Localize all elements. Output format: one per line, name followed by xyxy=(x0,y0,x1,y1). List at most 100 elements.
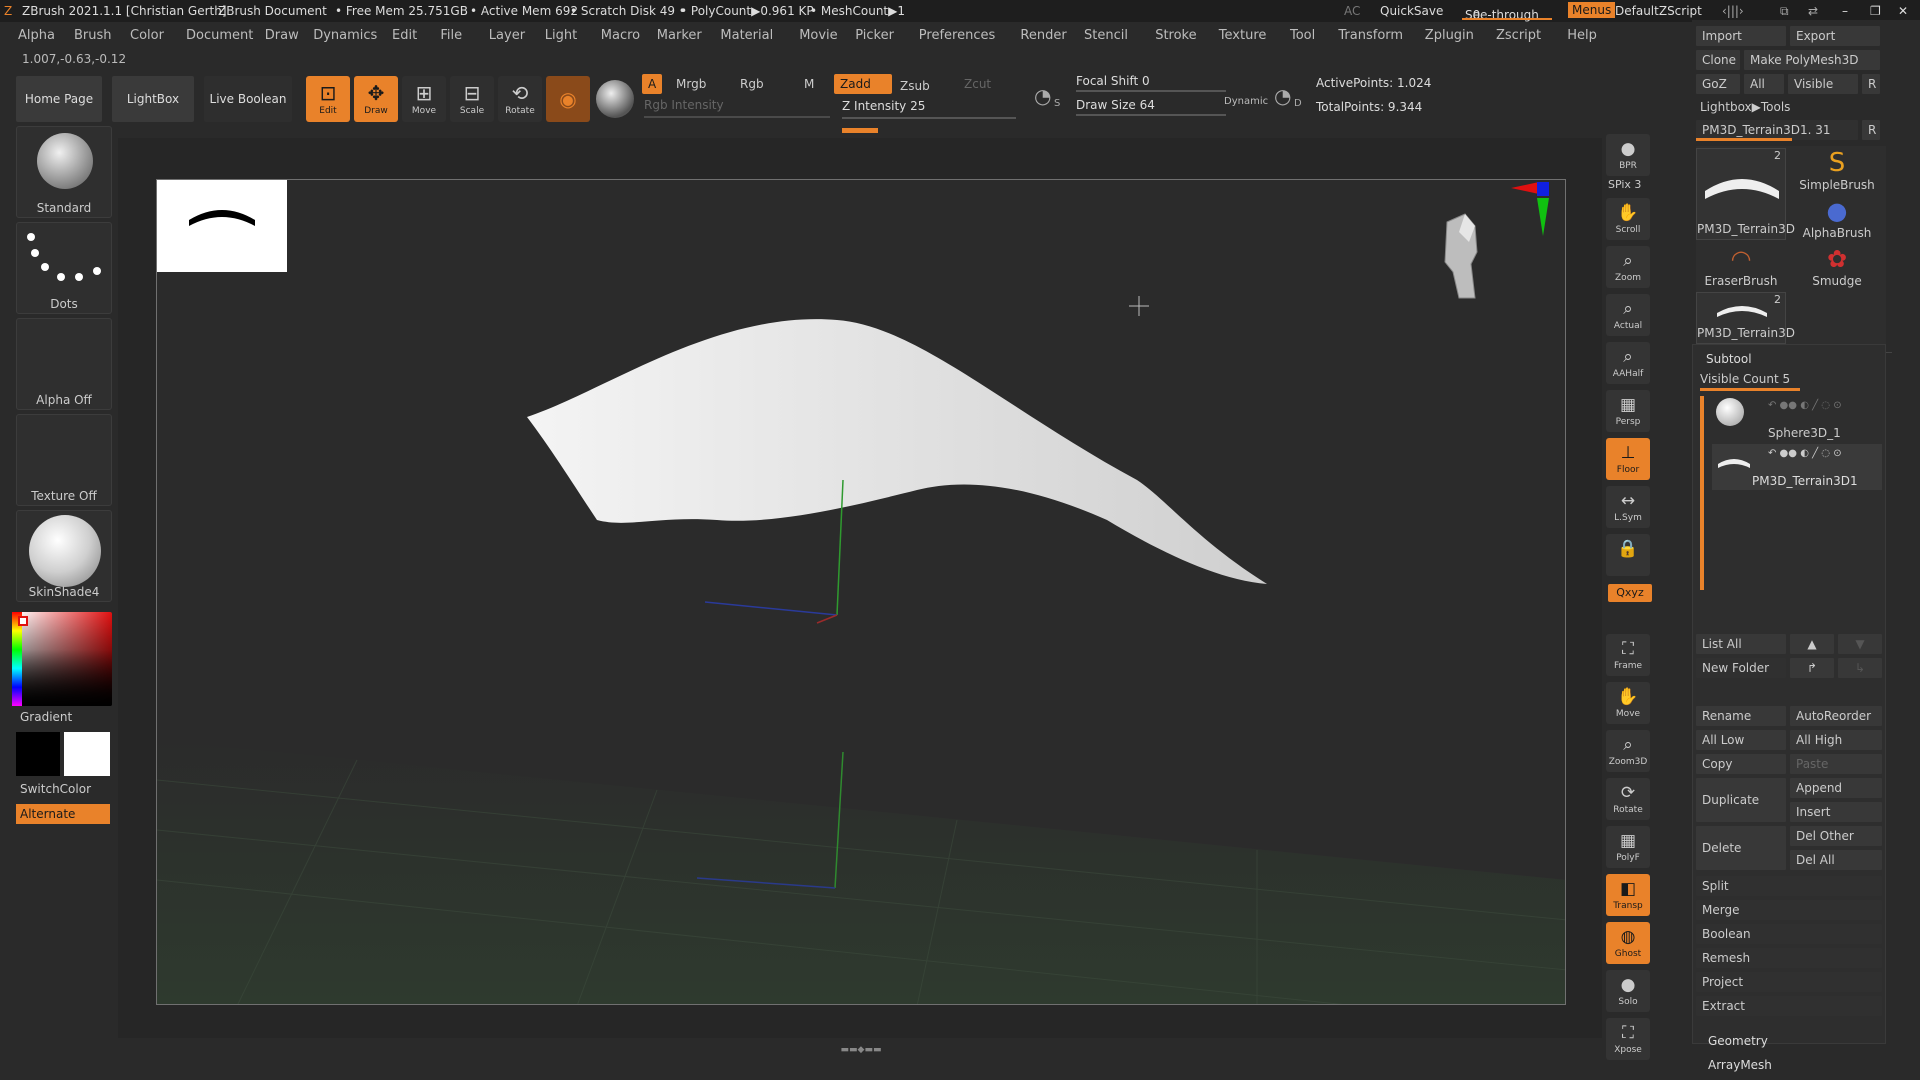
geometry-section[interactable]: Geometry xyxy=(1708,1034,1768,1048)
draw-button[interactable]: ✥ Draw xyxy=(354,76,398,122)
new-folder-button[interactable]: New Folder xyxy=(1696,658,1786,678)
menu-material[interactable]: Material xyxy=(720,28,773,43)
move-up-icon[interactable]: ▲ xyxy=(1790,634,1834,654)
menu-file[interactable]: File xyxy=(440,28,462,43)
remesh-section[interactable]: Remesh xyxy=(1696,948,1882,968)
subtool-scrollbar[interactable] xyxy=(1700,396,1704,590)
menu-macro[interactable]: Macro xyxy=(601,28,640,43)
del-other-button[interactable]: Del Other xyxy=(1790,826,1882,846)
move-button[interactable]: ⊞ Move xyxy=(402,76,446,122)
brush-slot[interactable]: Standard xyxy=(16,126,112,218)
tool-eraserbrush[interactable]: ◠ EraserBrush xyxy=(1696,244,1786,290)
delete-button[interactable]: Delete xyxy=(1696,826,1786,870)
home-page-button[interactable]: Home Page xyxy=(16,76,102,122)
terrain-mesh[interactable] xyxy=(527,319,1267,584)
layout-icon[interactable]: ‹|||› xyxy=(1722,4,1744,18)
texture-slot[interactable]: Texture Off xyxy=(16,414,112,506)
menu-stroke[interactable]: Stroke xyxy=(1155,28,1196,43)
subtool-sphere3d[interactable]: ↶ ●● ◐ ╱ ◌ ⊙ Sphere3D_1 xyxy=(1712,396,1882,442)
view-tool-rotate[interactable]: ⟳ Rotate xyxy=(1606,778,1650,820)
view-tool-actual[interactable]: ⌕ Actual xyxy=(1606,294,1650,336)
scale-button[interactable]: ⊟ Scale xyxy=(450,76,494,122)
view-tool-bpr[interactable]: ● BPR xyxy=(1606,134,1650,176)
menu-brush[interactable]: Brush xyxy=(74,28,112,43)
append-button[interactable]: Append xyxy=(1790,778,1882,798)
subtool-header[interactable]: Subtool xyxy=(1706,352,1752,366)
alternate-button[interactable]: Alternate xyxy=(16,804,110,824)
rename-button[interactable]: Rename xyxy=(1696,706,1786,726)
tool-simplebrush[interactable]: S SimpleBrush xyxy=(1792,148,1882,194)
view-tool-solo[interactable]: ● Solo xyxy=(1606,970,1650,1012)
rgb-intensity-slider[interactable] xyxy=(644,116,830,118)
import-button[interactable]: Import xyxy=(1696,26,1786,46)
material-button[interactable]: ◉ xyxy=(546,76,590,122)
view-tool-lsym[interactable]: ↔ L.Sym xyxy=(1606,486,1650,528)
window-layout-icon[interactable]: ⧉ xyxy=(1780,4,1789,19)
menu-zscript[interactable]: Zscript xyxy=(1496,28,1541,43)
rotate-button[interactable]: ⟲ Rotate xyxy=(498,76,542,122)
orientation-head-gizmo[interactable] xyxy=(1439,202,1479,302)
edit-button[interactable]: ⊡ Edit xyxy=(306,76,350,122)
menu-document[interactable]: Document xyxy=(186,28,253,43)
menu-texture[interactable]: Texture xyxy=(1219,28,1267,43)
move-down-icon[interactable]: ▼ xyxy=(1838,634,1882,654)
arraymesh-section[interactable]: ArrayMesh xyxy=(1708,1058,1772,1072)
subtool-pm3d-terrain[interactable]: ↶ ●● ◐ ╱ ◌ ⊙ PM3D_Terrain3D1 xyxy=(1712,444,1882,490)
menu-draw[interactable]: Draw xyxy=(265,28,299,43)
view-tool-frame[interactable]: ⛶ Frame xyxy=(1606,634,1650,676)
menus-toggle[interactable]: Menus xyxy=(1568,2,1616,18)
defaultzscript-button[interactable]: DefaultZScript xyxy=(1615,4,1702,18)
goz-visible-button[interactable]: Visible xyxy=(1788,74,1858,94)
view-tool-persp[interactable]: ▦ Persp xyxy=(1606,390,1650,432)
live-boolean-button[interactable]: Live Boolean xyxy=(204,76,292,122)
menu-marker[interactable]: Marker xyxy=(657,28,702,43)
menu-transform[interactable]: Transform xyxy=(1338,28,1403,43)
merge-section[interactable]: Merge xyxy=(1696,900,1882,920)
rgb-toggle[interactable]: Rgb xyxy=(734,74,770,94)
maximize-icon[interactable]: ❐ xyxy=(1870,4,1881,18)
hue-strip[interactable] xyxy=(12,612,22,706)
menu-help[interactable]: Help xyxy=(1567,28,1597,43)
view-tool-zoom3d[interactable]: ⌕ Zoom3D xyxy=(1606,730,1650,772)
material-slot[interactable]: SkinShade4 xyxy=(16,510,112,602)
seethrough-slider[interactable]: See-through 0 xyxy=(1465,4,1539,22)
matcap-sphere-icon[interactable] xyxy=(596,80,634,118)
alpha-slot[interactable]: Alpha Off xyxy=(16,318,112,410)
menu-movie[interactable]: Movie xyxy=(799,28,837,43)
menu-tool[interactable]: Tool xyxy=(1290,28,1315,43)
quicksave-button[interactable]: QuickSave xyxy=(1380,4,1443,18)
close-icon[interactable]: ✕ xyxy=(1898,4,1908,18)
view-tool-zoom[interactable]: ⌕ Zoom xyxy=(1606,246,1650,288)
minimize-icon[interactable]: – xyxy=(1842,4,1848,18)
project-section[interactable]: Project xyxy=(1696,972,1882,992)
m-toggle[interactable]: M xyxy=(798,74,820,94)
focal-shift-slider[interactable] xyxy=(1076,90,1226,92)
view-tool-transp[interactable]: ◧ Transp xyxy=(1606,874,1650,916)
dynamic-curve-icon[interactable]: ◔ xyxy=(1274,84,1291,108)
primary-color-swatch[interactable] xyxy=(16,732,60,776)
menu-zplugin[interactable]: Zplugin xyxy=(1425,28,1474,43)
xyz-rotate-toggle[interactable]: Qxyz xyxy=(1608,584,1652,602)
view-tool-scroll[interactable]: ✋ Scroll xyxy=(1606,198,1650,240)
spix-slider[interactable]: SPix 3 xyxy=(1608,178,1641,191)
menu-preferences[interactable]: Preferences xyxy=(919,28,995,43)
menu-render[interactable]: Render xyxy=(1020,28,1066,43)
view-tool-xpose[interactable]: ⛶ Xpose xyxy=(1606,1018,1650,1060)
view-tool-lock[interactable]: 🔒 xyxy=(1606,534,1650,576)
split-section[interactable]: Split xyxy=(1696,876,1882,896)
del-all-button[interactable]: Del All xyxy=(1790,850,1882,870)
folder-out-icon[interactable]: ↳ xyxy=(1838,658,1882,678)
menu-dynamics[interactable]: Dynamics xyxy=(313,28,377,43)
tool-alphabrush[interactable]: ● AlphaBrush xyxy=(1792,196,1882,242)
zsub-toggle[interactable]: Zsub xyxy=(894,76,936,96)
view-tool-polyf[interactable]: ▦ PolyF xyxy=(1606,826,1650,868)
stroke-slot[interactable]: Dots xyxy=(16,222,112,314)
draw-size-slider[interactable] xyxy=(1076,114,1226,116)
view-tool-aahalf[interactable]: ⌕ AAHalf xyxy=(1606,342,1650,384)
goz-button[interactable]: GoZ xyxy=(1696,74,1740,94)
copy-button[interactable]: Copy xyxy=(1696,754,1786,774)
tool-pm3d-terrain-2[interactable]: 2 PM3D_Terrain3D xyxy=(1696,292,1795,344)
autoreorder-button[interactable]: AutoReorder xyxy=(1790,706,1882,726)
tool-pm3d-terrain[interactable]: 2 PM3D_Terrain3D xyxy=(1696,148,1795,240)
menu-light[interactable]: Light xyxy=(545,28,577,43)
